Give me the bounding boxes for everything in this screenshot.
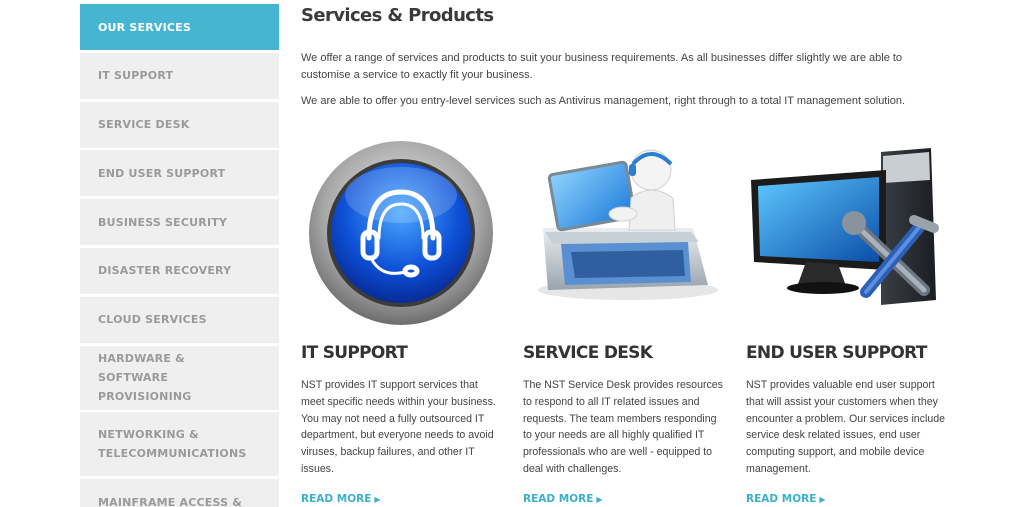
card-title: END USER SUPPORT [746,343,927,363]
card-title: SERVICE DESK [523,343,653,363]
read-more-link[interactable]: READ MORE ▶ [746,493,826,505]
sidebar-item-end-user-support[interactable]: END USER SUPPORT [80,150,279,197]
sidebar-item-hardware-software[interactable]: HARDWARE & SOFTWARE PROVISIONING [80,345,279,410]
sidebar-item-service-desk[interactable]: SERVICE DESK [80,101,279,148]
sidebar-item-label: CLOUD SERVICES [98,313,207,327]
intro-paragraph: We offer a range of services and product… [301,52,903,81]
service-card-it-support: IT SUPPORT NST provides IT support servi… [301,140,511,505]
read-more-link[interactable]: READ MORE ▶ [301,493,381,505]
sidebar-item-label: OUR SERVICES [98,20,192,34]
read-more-label: READ MORE [523,493,594,505]
helpdesk-agent-icon [523,140,733,330]
sidebar-item-mainframe[interactable]: MAINFRAME ACCESS & [80,479,279,507]
arrow-right-icon: ▶ [374,495,381,504]
sidebar-item-label: NETWORKING & TELECOMMUNICATIONS [98,428,247,461]
sidebar-item-label: HARDWARE & SOFTWARE PROVISIONING [98,352,192,404]
card-description: NST provides IT support services that me… [301,379,496,475]
sidebar-item-cloud-services[interactable]: CLOUD SERVICES [80,296,279,343]
page-title: Services & Products [301,5,494,26]
sidebar-item-label: IT SUPPORT [98,69,174,83]
arrow-right-icon: ▶ [819,495,826,504]
sidebar-item-label: SERVICE DESK [98,118,190,132]
sidebar-item-label: MAINFRAME ACCESS & [98,495,243,507]
sidebar-item-label: BUSINESS SECURITY [98,215,228,229]
card-title: IT SUPPORT [301,343,408,363]
headset-icon [301,140,511,330]
sidebar-item-business-security[interactable]: BUSINESS SECURITY [80,199,279,246]
sidebar-item-our-services[interactable]: OUR SERVICES [80,4,279,50]
services-sidebar: OUR SERVICES IT SUPPORT SERVICE DESK END… [80,4,279,507]
arrow-right-icon: ▶ [596,495,603,504]
service-card-service-desk: SERVICE DESK The NST Service Desk provid… [523,140,733,505]
card-description: NST provides valuable end user support t… [746,379,946,475]
read-more-label: READ MORE [301,493,372,505]
sidebar-item-disaster-recovery[interactable]: DISASTER RECOVERY [80,247,279,294]
card-description: The NST Service Desk provides resources … [523,379,723,475]
sidebar-item-label: DISASTER RECOVERY [98,264,232,278]
service-card-end-user-support: END USER SUPPORT NST provides valuable e… [746,140,956,505]
read-more-label: READ MORE [746,493,817,505]
intro-paragraph: We are able to offer you entry-level ser… [301,95,906,107]
read-more-link[interactable]: READ MORE ▶ [523,493,603,505]
sidebar-item-label: END USER SUPPORT [98,166,226,180]
sidebar-item-networking[interactable]: NETWORKING & TELECOMMUNICATIONS [80,412,279,477]
intro-text: We offer a range of services and product… [301,50,951,110]
computer-tools-icon [746,140,956,330]
sidebar-item-it-support[interactable]: IT SUPPORT [80,52,279,99]
